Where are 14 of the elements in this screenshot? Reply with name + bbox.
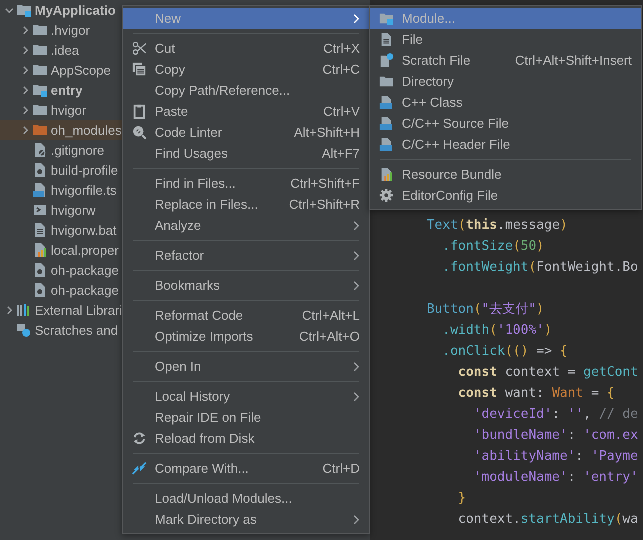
code-line: const context = getCont xyxy=(457,364,638,382)
code-line: .onClick(() => { xyxy=(442,343,568,361)
code-line: 'deviceId': '', // de xyxy=(472,406,638,424)
code-line: .width('100%') xyxy=(442,322,552,340)
code-line: const want: Want = { xyxy=(457,385,615,403)
code-line: 'moduleName': 'entry' xyxy=(472,469,638,487)
code-line: } xyxy=(457,490,466,508)
code-line: Text(this.message) xyxy=(426,217,568,235)
code-line: .fontWeight(FontWeight.Bo xyxy=(442,259,638,277)
code-line: 'bundleName': 'com.ex xyxy=(472,427,638,445)
code-line: context.startAbility(wa xyxy=(457,511,638,529)
code-line: 'abilityName': 'Payme xyxy=(472,448,638,466)
code-line: .fontSize(50) xyxy=(442,238,544,256)
code-line: Button("去支付") xyxy=(426,301,544,319)
